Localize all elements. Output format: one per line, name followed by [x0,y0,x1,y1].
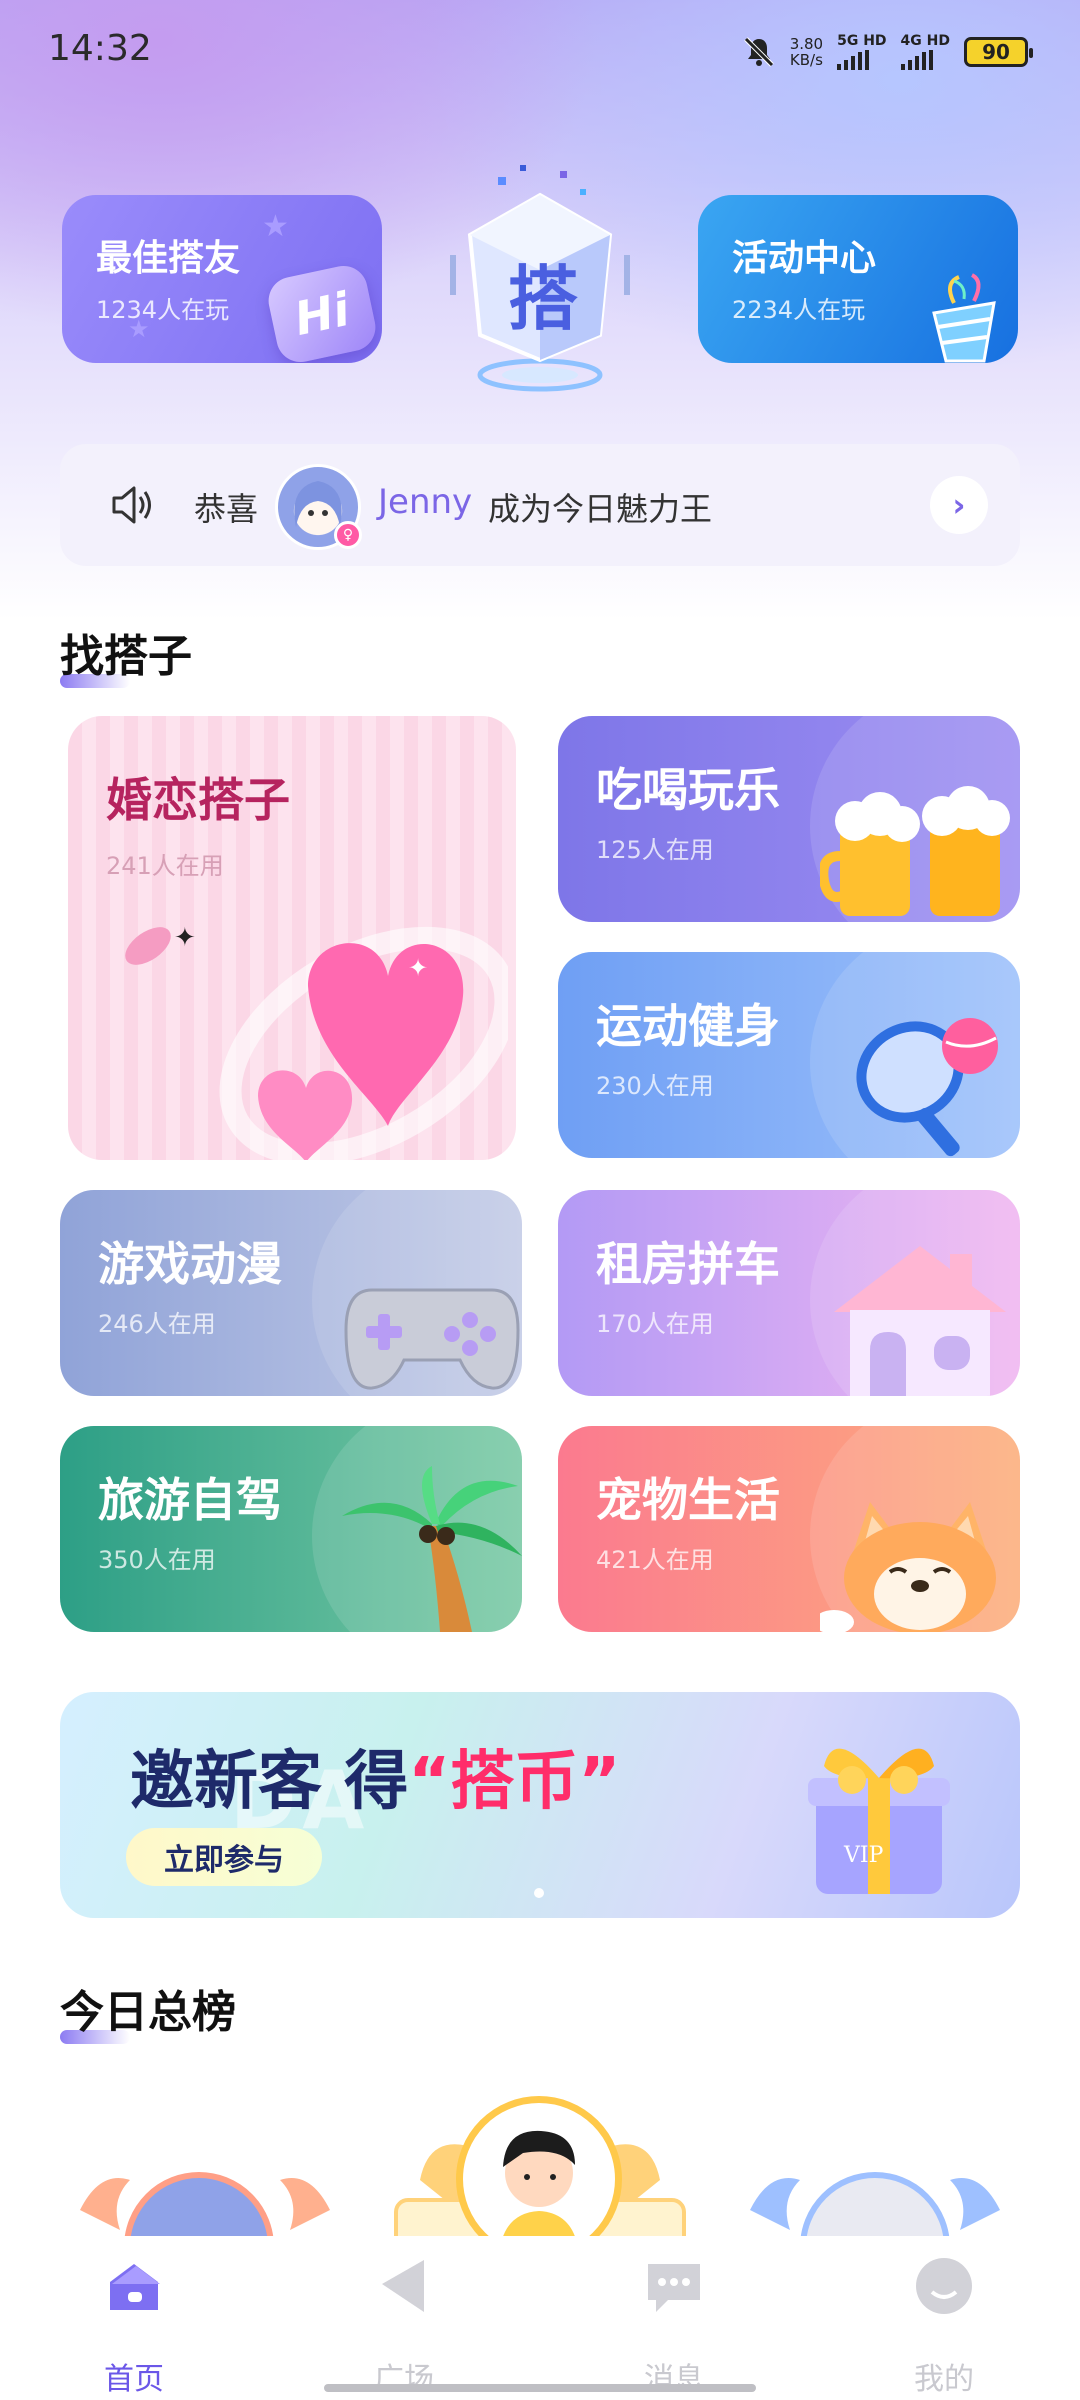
category-count: 246人在用 [98,1310,216,1338]
status-bar: 14:32 3.80 KB/s 5G HD 4G HD 90 [0,0,1080,100]
category-count: 421人在用 [596,1546,714,1574]
best-partner-card[interactable]: ★ ★ 最佳搭友 1234人在玩 Hi [62,195,382,363]
chevron-right-icon[interactable]: › [930,476,988,534]
tab-profile[interactable]: 我的 [874,2254,1014,2397]
svg-text:✦: ✦ [174,923,196,953]
avatar[interactable]: ♀ [275,464,362,550]
heart-icon: ✦ ✦ [125,923,508,1160]
speed-unit: KB/s [789,51,823,69]
vip-label: VIP [843,1843,884,1868]
section-title-ranking: 今日总榜 [60,1976,236,2044]
mute-bell-icon [742,35,776,69]
activity-center-title: 活动中心 [732,238,877,279]
message-icon [648,2264,700,2312]
announcement-text: 成为今日魅力王 [488,490,713,528]
invite-banner[interactable]: DA 邀新客 得“搭币” 立即参与 VIP [60,1692,1020,1918]
section-title-text: 找搭子 [60,631,192,682]
tab-home[interactable]: 首页 [64,2254,204,2397]
category-card-pet[interactable]: 宠物生活 421人在用 [558,1426,1020,1632]
tab-label: 首页 [104,2362,164,2397]
join-now-button[interactable]: 立即参与 [126,1828,322,1886]
category-card-food[interactable]: 吃喝玩乐 125人在用 [558,716,1020,922]
category-card-rent[interactable]: 租房拼车 170人在用 [558,1190,1020,1396]
tab-messages[interactable]: 消息 [604,2254,744,2397]
banner-title-prefix: 邀新客 得 [130,1745,409,1819]
category-card-game[interactable]: 游戏动漫 246人在用 [60,1190,522,1396]
tab-label: 我的 [914,2362,974,2397]
network-speed: 3.80 KB/s [790,36,823,68]
center-logo[interactable]: 搭 [440,165,640,395]
section-title-find: 找搭子 [60,620,192,688]
hi-badge-icon: Hi [264,261,380,363]
tennis-racket-icon [856,1018,998,1157]
best-partner-title: 最佳搭友 [96,238,241,279]
svg-text:✦: ✦ [408,954,428,982]
category-title: 宠物生活 [596,1473,780,1527]
tab-plaza[interactable]: 广场 [334,2254,474,2397]
winner-name[interactable]: Jenny [378,482,472,522]
signal-bars-icon [837,50,886,70]
female-icon: ♀ [334,521,362,549]
avatar [501,2130,577,2240]
category-count: 125人在用 [596,836,714,864]
category-card-travel[interactable]: 旅游自驾 350人在用 [60,1426,522,1632]
bottom-navigation: 首页 广场 消息 我的 [0,2236,1080,2400]
category-count: 170人在用 [596,1310,714,1338]
battery-level: 90 [982,40,1010,64]
speaker-icon [112,486,151,524]
announcement-label: 恭喜 [194,490,259,528]
ranking-podium [0,2080,1080,2240]
activity-center-card[interactable]: 活动中心 2234人在玩 [698,195,1018,363]
net-type-2: 4G HD [900,33,950,49]
beer-mugs-icon [820,786,1010,916]
category-title: 旅游自驾 [98,1473,282,1527]
battery-icon: 90 [964,37,1033,67]
category-card-sport[interactable]: 运动健身 230人在用 [558,952,1020,1158]
home-indicator[interactable] [324,2384,756,2392]
category-title: 婚恋搭子 [106,773,290,827]
banner-title: 邀新客 得“搭币” [130,1730,620,1822]
category-title: 租房拼车 [596,1237,780,1291]
category-title: 运动健身 [596,999,780,1053]
category-title: 吃喝玩乐 [596,763,780,817]
clock: 14:32 [48,28,152,69]
center-logo-glyph: 搭 [508,258,578,340]
vip-gift-box-icon: VIP [808,1748,950,1894]
star-icon: ★ [262,209,289,244]
profile-icon [916,2258,972,2314]
party-popper-icon [932,273,996,363]
best-partner-count: 1234人在玩 [96,296,230,324]
net-type-1: 5G HD [837,33,887,49]
palm-tree-icon [342,1466,522,1632]
signal-4g: 4G HD [900,33,950,70]
signal-bars-icon [900,50,950,70]
house-icon [834,1246,1006,1396]
activity-center-count: 2234人在玩 [732,296,866,324]
home-icon [110,2264,160,2310]
status-icons: 3.80 KB/s 5G HD 4G HD 90 [742,30,1033,74]
category-title: 游戏动漫 [98,1237,282,1291]
speed-value: 3.80 [789,35,824,53]
section-title-text: 今日总榜 [60,1987,236,2038]
carousel-indicator[interactable] [534,1888,544,1898]
announcement-bar[interactable]: 恭喜 ♀ Jenny 成为今日魅力王 › [60,444,1020,566]
category-count: 230人在用 [596,1072,714,1100]
signal-5g: 5G HD [837,33,887,70]
corgi-icon [820,1502,996,1632]
gamepad-icon [344,1288,520,1390]
plaza-icon [382,2260,424,2312]
category-card-love[interactable]: 婚恋搭子 241人在用 ✦ ✦ [68,716,516,1160]
banner-title-highlight: “搭币” [408,1745,621,1819]
category-count: 350人在用 [98,1546,216,1574]
